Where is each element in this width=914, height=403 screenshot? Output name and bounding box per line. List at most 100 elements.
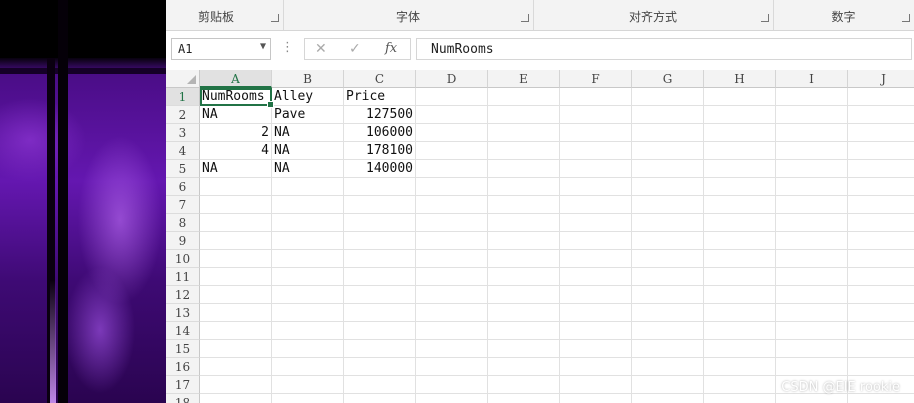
row-header[interactable]: 7 — [166, 196, 200, 214]
sheet-cell[interactable] — [704, 160, 776, 178]
sheet-cell[interactable] — [776, 322, 848, 340]
sheet-cell[interactable] — [416, 358, 488, 376]
sheet-cell[interactable] — [416, 232, 488, 250]
sheet-cell[interactable]: Pave — [272, 106, 344, 124]
sheet-cell[interactable] — [488, 124, 560, 142]
sheet-cell[interactable]: 140000 — [344, 160, 416, 178]
sheet-cell[interactable] — [488, 376, 560, 394]
sheet-cell[interactable] — [632, 304, 704, 322]
sheet-cell[interactable] — [704, 88, 776, 106]
sheet-cell[interactable] — [632, 340, 704, 358]
sheet-cell[interactable] — [488, 214, 560, 232]
sheet-cell[interactable] — [200, 250, 272, 268]
sheet-cell[interactable] — [200, 196, 272, 214]
sheet-cell[interactable] — [704, 394, 776, 403]
sheet-cell[interactable] — [776, 268, 848, 286]
sheet-cell[interactable] — [632, 214, 704, 232]
column-header[interactable]: G — [632, 70, 704, 88]
sheet-cell[interactable]: Price — [344, 88, 416, 106]
sheet-cell[interactable] — [416, 322, 488, 340]
sheet-cell[interactable] — [704, 214, 776, 232]
row-header[interactable]: 6 — [166, 178, 200, 196]
row-header[interactable]: 3 — [166, 124, 200, 142]
sheet-cell[interactable] — [848, 214, 914, 232]
column-header[interactable]: E — [488, 70, 560, 88]
dialog-launcher-icon[interactable] — [521, 14, 529, 22]
sheet-cell[interactable] — [632, 232, 704, 250]
sheet-cell[interactable] — [416, 394, 488, 403]
sheet-cell[interactable] — [272, 232, 344, 250]
sheet-cell[interactable] — [704, 376, 776, 394]
sheet-cell[interactable] — [344, 286, 416, 304]
sheet-cell[interactable] — [200, 376, 272, 394]
more-options-icon[interactable]: ⋮ — [281, 40, 294, 55]
sheet-cell[interactable] — [704, 250, 776, 268]
sheet-cell[interactable] — [848, 106, 914, 124]
sheet-cell[interactable] — [704, 232, 776, 250]
sheet-cell[interactable] — [272, 250, 344, 268]
sheet-cell[interactable] — [776, 178, 848, 196]
sheet-cell[interactable] — [200, 214, 272, 232]
sheet-cell[interactable] — [848, 268, 914, 286]
select-all-button[interactable] — [166, 70, 200, 88]
sheet-cell[interactable] — [632, 196, 704, 214]
sheet-cell[interactable] — [848, 394, 914, 403]
sheet-cell[interactable] — [560, 88, 632, 106]
sheet-cell[interactable] — [632, 376, 704, 394]
dialog-launcher-icon[interactable] — [271, 14, 279, 22]
sheet-cell[interactable] — [488, 88, 560, 106]
sheet-cell[interactable] — [848, 142, 914, 160]
sheet-cell[interactable] — [560, 214, 632, 232]
sheet-cell[interactable] — [272, 304, 344, 322]
sheet-cell[interactable] — [560, 142, 632, 160]
sheet-cell[interactable] — [488, 160, 560, 178]
sheet-cell[interactable] — [200, 268, 272, 286]
sheet-cell[interactable] — [200, 340, 272, 358]
sheet-cell[interactable] — [200, 394, 272, 403]
sheet-cell[interactable] — [200, 304, 272, 322]
sheet-cell[interactable] — [704, 358, 776, 376]
sheet-cell[interactable] — [488, 106, 560, 124]
sheet-cell[interactable] — [344, 268, 416, 286]
sheet-cell[interactable] — [416, 214, 488, 232]
sheet-cell[interactable] — [416, 124, 488, 142]
sheet-cell[interactable]: NA — [200, 106, 272, 124]
sheet-cell[interactable] — [344, 232, 416, 250]
sheet-cell[interactable] — [776, 250, 848, 268]
sheet-cell[interactable] — [776, 124, 848, 142]
name-box[interactable]: A1 ▼ — [171, 38, 271, 60]
sheet-cell[interactable] — [416, 196, 488, 214]
column-header[interactable]: J — [848, 70, 914, 88]
sheet-cell[interactable] — [416, 88, 488, 106]
sheet-cell[interactable] — [632, 286, 704, 304]
sheet-cell[interactable] — [488, 268, 560, 286]
sheet-cell[interactable] — [200, 232, 272, 250]
sheet-cell[interactable] — [200, 358, 272, 376]
sheet-cell[interactable] — [776, 358, 848, 376]
sheet-cell[interactable] — [272, 340, 344, 358]
sheet-cell[interactable] — [776, 160, 848, 178]
sheet-cell[interactable] — [704, 340, 776, 358]
sheet-cell[interactable] — [848, 196, 914, 214]
sheet-cell[interactable]: 4 — [200, 142, 272, 160]
sheet-cell[interactable]: 106000 — [344, 124, 416, 142]
sheet-cell[interactable] — [416, 340, 488, 358]
row-header[interactable]: 10 — [166, 250, 200, 268]
row-header[interactable]: 13 — [166, 304, 200, 322]
sheet-cell[interactable] — [344, 358, 416, 376]
row-header[interactable]: 15 — [166, 340, 200, 358]
column-header[interactable]: D — [416, 70, 488, 88]
sheet-cell[interactable]: 127500 — [344, 106, 416, 124]
sheet-cell[interactable] — [560, 340, 632, 358]
sheet-cell[interactable] — [632, 268, 704, 286]
sheet-cell[interactable] — [560, 304, 632, 322]
sheet-cell[interactable] — [344, 214, 416, 232]
row-header[interactable]: 5 — [166, 160, 200, 178]
sheet-cell[interactable] — [344, 376, 416, 394]
sheet-cell[interactable]: 178100 — [344, 142, 416, 160]
column-header[interactable]: F — [560, 70, 632, 88]
sheet-cell[interactable] — [272, 322, 344, 340]
column-header[interactable]: I — [776, 70, 848, 88]
sheet-cell[interactable] — [344, 250, 416, 268]
sheet-cell[interactable] — [416, 286, 488, 304]
